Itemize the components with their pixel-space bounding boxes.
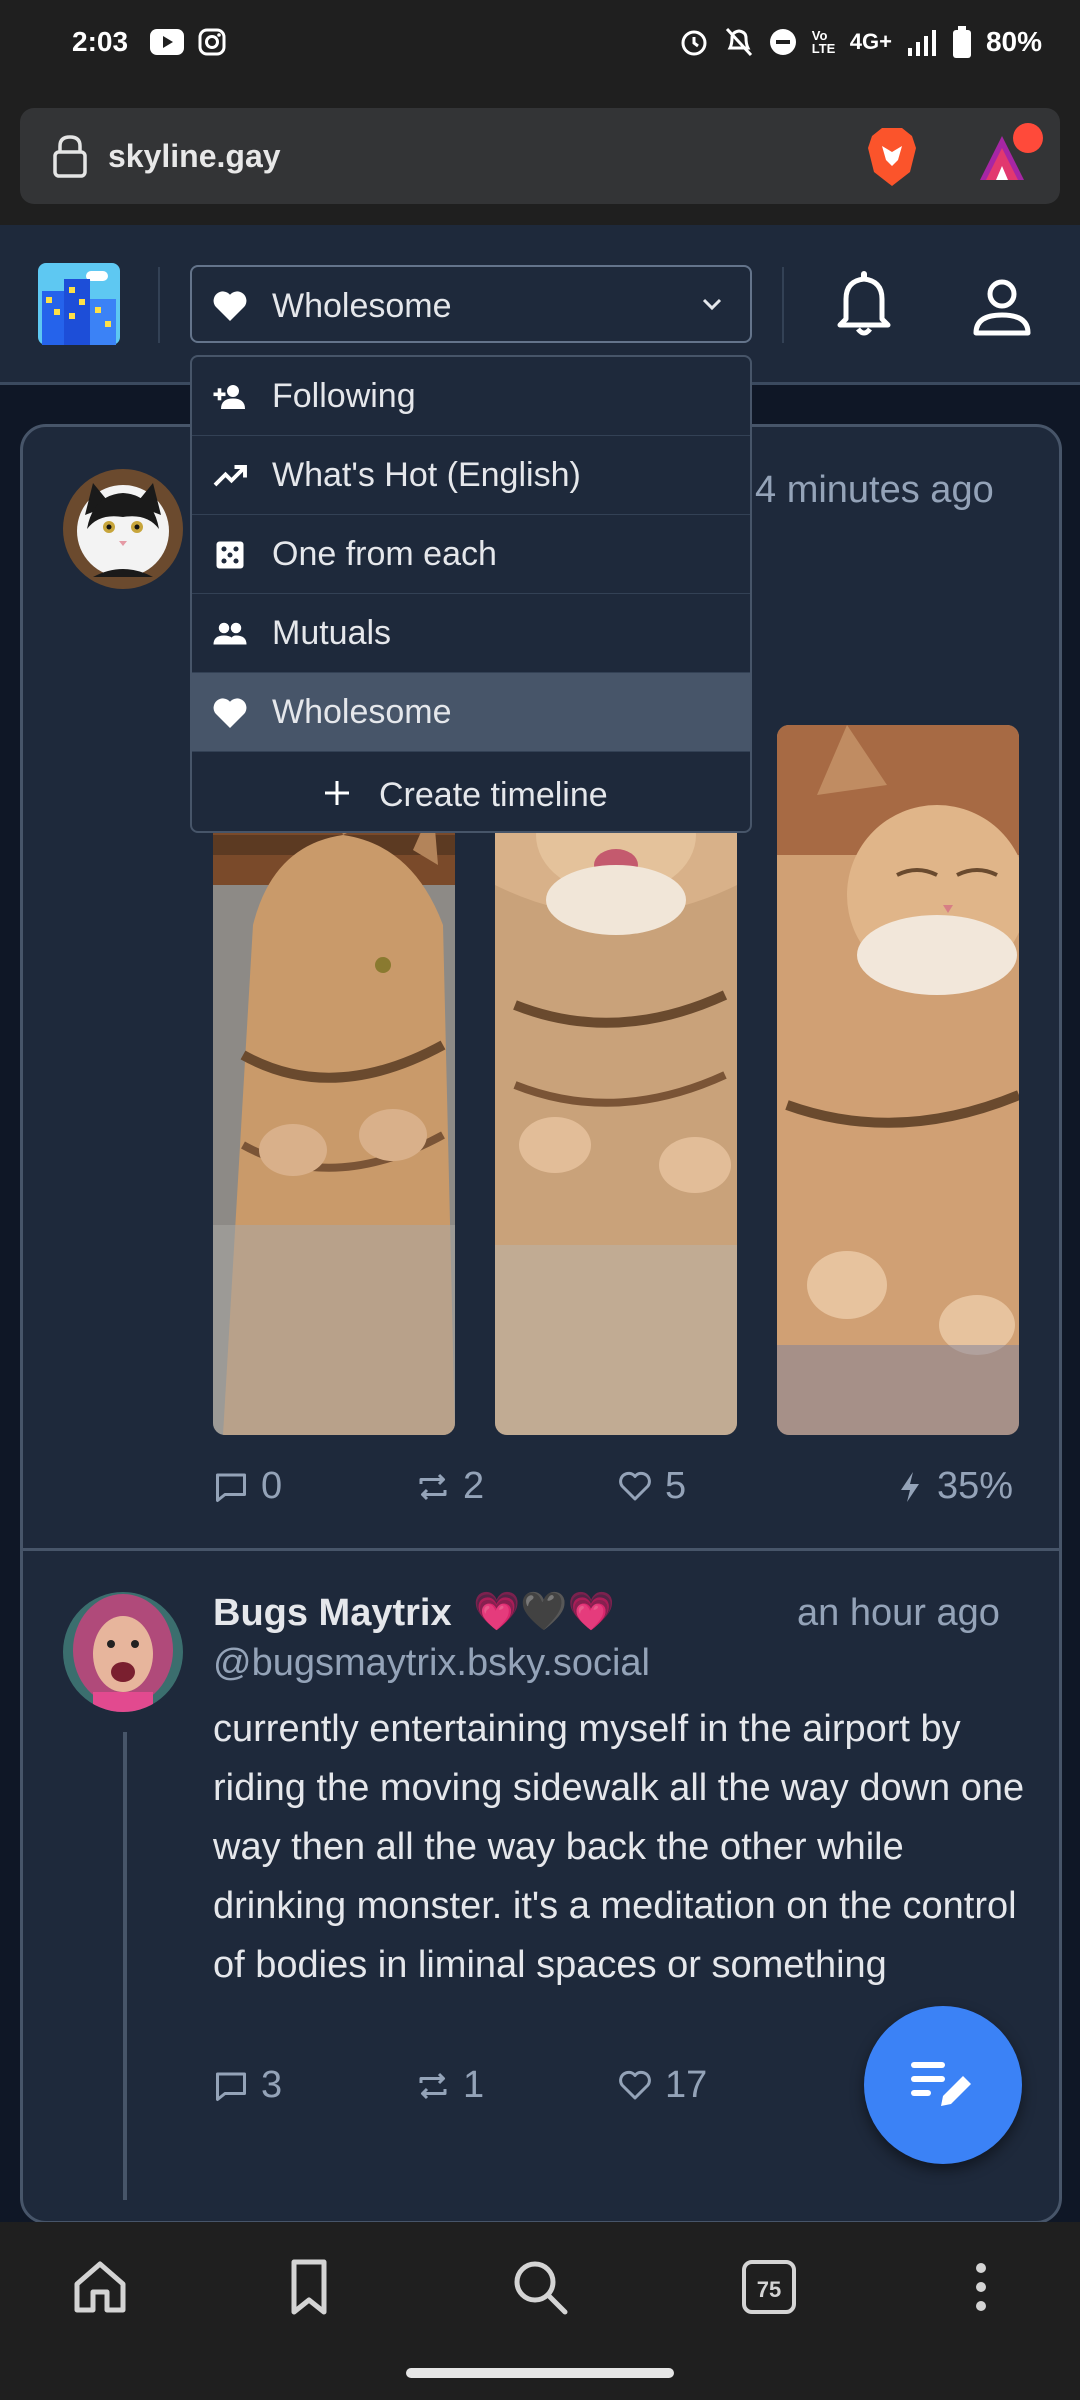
author-emoji: 💗🖤💗	[473, 1591, 615, 1633]
like-count: 5	[665, 1465, 687, 1507]
bell-icon[interactable]	[836, 271, 892, 337]
browser-bottom-bar: 75	[0, 2222, 1080, 2400]
author-name[interactable]: Bugs Maytrix	[213, 1592, 452, 1635]
reply-button[interactable]: 3	[213, 2064, 282, 2107]
feed-selector[interactable]: Wholesome	[190, 265, 752, 343]
menu-item-mutuals[interactable]: Mutuals	[192, 594, 750, 673]
comment-icon	[216, 1473, 246, 1502]
menu-item-label: One from each	[272, 535, 497, 573]
menu-item-whats-hot[interactable]: What's Hot (English)	[192, 436, 750, 515]
tab-count: 75	[756, 2277, 782, 2302]
home-icon[interactable]	[65, 2252, 135, 2322]
header-divider	[782, 267, 784, 343]
lock-icon	[53, 135, 87, 178]
signal-icon	[907, 30, 936, 56]
menu-item-one-from-each[interactable]: One from each	[192, 515, 750, 594]
battery-label: 80%	[985, 26, 1042, 57]
repost-button[interactable]: 2	[415, 1465, 484, 1508]
person-add-icon	[213, 385, 245, 409]
menu-item-following[interactable]: Following	[192, 357, 750, 436]
post-image[interactable]	[777, 725, 1019, 1435]
like-button[interactable]: 17	[617, 2064, 707, 2107]
network-label: 4G+	[849, 29, 892, 54]
menu-item-label: Wholesome	[272, 693, 452, 731]
battery-icon	[952, 26, 971, 58]
instagram-icon	[198, 28, 226, 56]
create-timeline-button[interactable]: Create timeline	[192, 752, 750, 831]
like-button[interactable]: 5	[617, 1465, 686, 1508]
menu-item-label: Following	[272, 377, 416, 415]
repost-count: 2	[463, 1465, 485, 1507]
comment-icon	[216, 2072, 246, 2101]
brave-rewards-icon[interactable]	[972, 122, 1048, 186]
compose-icon	[911, 2062, 971, 2106]
reply-count: 3	[261, 2064, 283, 2106]
compose-button[interactable]	[864, 2006, 1022, 2164]
status-bar: 2:03 Vo LTE 4G+ 80%	[0, 0, 1080, 90]
gesture-handle[interactable]	[406, 2368, 674, 2378]
volte-label: Vo LTE	[811, 28, 836, 56]
like-count: 17	[665, 2064, 708, 2106]
heart-icon	[213, 291, 247, 321]
plus-icon	[325, 781, 349, 805]
avatar[interactable]	[63, 469, 183, 589]
post-text: currently entertaining myself in the air…	[213, 1708, 1025, 1986]
heart-outline-icon	[619, 1471, 651, 1500]
search-icon[interactable]	[505, 2252, 575, 2322]
post-time[interactable]: an hour ago	[797, 1592, 1000, 1635]
repost-button[interactable]: 1	[415, 2064, 484, 2107]
dice-icon	[216, 541, 244, 569]
menu-item-wholesome[interactable]: Wholesome	[192, 673, 750, 752]
chevron-down-icon	[702, 298, 722, 311]
menu-item-label: Mutuals	[272, 614, 392, 652]
status-time: 2:03	[72, 26, 129, 57]
heart-icon	[213, 698, 247, 728]
feed-dropdown-menu: Following What's Hot (English) One from …	[190, 355, 752, 833]
trending-icon	[213, 465, 247, 487]
address-bar[interactable]: skyline.gay	[20, 108, 1060, 204]
header-divider	[158, 267, 160, 343]
repost-count: 1	[463, 2064, 485, 2106]
bookmark-icon[interactable]	[274, 2252, 344, 2322]
mute-icon	[725, 27, 752, 57]
skyline-logo-icon[interactable]	[38, 263, 120, 345]
url-text: skyline.gay	[108, 138, 281, 174]
post-time[interactable]: 4 minutes ago	[755, 469, 994, 512]
youtube-icon	[150, 29, 184, 55]
repost-icon	[419, 2072, 447, 2099]
repost-icon	[419, 1473, 447, 1500]
lightning-icon	[901, 1471, 919, 1502]
avatar[interactable]	[63, 1592, 183, 1712]
tabs-button[interactable]: 75	[742, 2260, 796, 2314]
reply-count: 0	[261, 1465, 283, 1507]
feed-selector-label: Wholesome	[272, 287, 452, 325]
create-timeline-label: Create timeline	[379, 776, 608, 814]
score-indicator: 35%	[895, 1465, 1013, 1508]
browser-toolbar: skyline.gay	[0, 90, 1080, 225]
reply-button[interactable]: 0	[213, 1465, 282, 1508]
score-value: 35%	[937, 1465, 1014, 1507]
author-handle[interactable]: @bugsmaytrix.bsky.social	[213, 1642, 650, 1685]
brave-shields-icon[interactable]	[864, 126, 920, 188]
people-icon	[213, 622, 247, 645]
alarm-icon	[681, 30, 707, 56]
menu-item-label: What's Hot (English)	[272, 456, 581, 494]
more-vertical-icon[interactable]	[946, 2252, 1016, 2322]
dnd-icon	[769, 29, 796, 55]
thread-line	[123, 1732, 127, 2200]
profile-icon[interactable]	[972, 277, 1032, 337]
heart-outline-icon	[619, 2070, 651, 2099]
